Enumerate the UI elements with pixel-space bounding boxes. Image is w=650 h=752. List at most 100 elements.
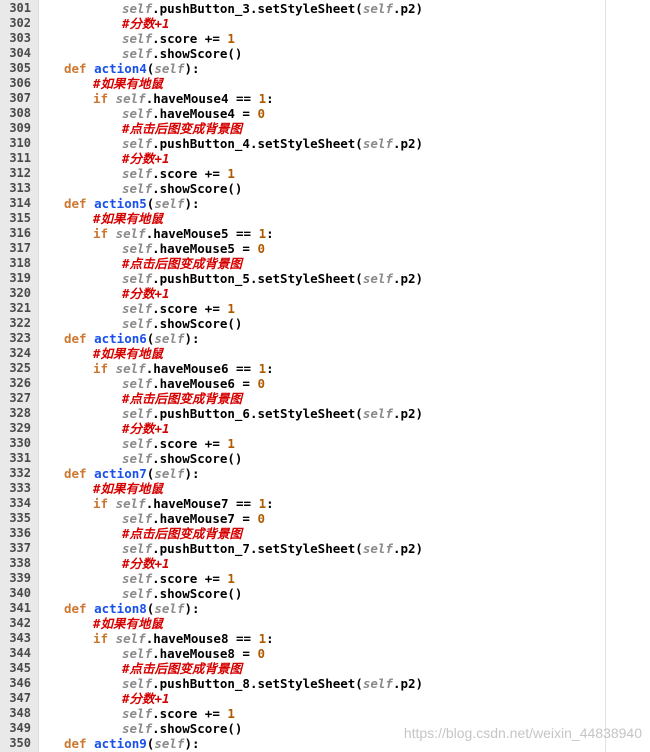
code-token: .showScore() [152,451,243,466]
line-number: 307 [9,91,31,105]
code-line[interactable]: 302 #分数+1 [0,16,650,31]
code-line[interactable]: 334 if self.haveMouse7 == 1: [0,496,650,511]
code-line[interactable]: 339 self.score += 1 [0,571,650,586]
comment-token: #点击后图变成背景图 [122,121,243,136]
code-line[interactable]: 305 def action4(self): [0,61,650,76]
self-token: self [122,376,153,391]
line-number: 309 [9,121,31,135]
code-line[interactable]: 325 if self.haveMouse6 == 1: [0,361,650,376]
code-text: #分数+1 [122,151,170,166]
self-token: self [122,541,153,556]
line-number: 350 [9,736,31,750]
code-line[interactable]: 336 #点击后图变成背景图 [0,526,650,541]
code-line[interactable]: 327 #点击后图变成背景图 [0,391,650,406]
code-text: #分数+1 [122,286,170,301]
code-line[interactable]: 317 self.haveMouse5 = 0 [0,241,650,256]
self-token: self [115,361,146,376]
code-text: #如果有地鼠 [93,616,163,631]
code-line[interactable]: 341 def action8(self): [0,601,650,616]
code-token: .p2) [392,406,424,421]
code-line[interactable]: 326 self.haveMouse6 = 0 [0,376,650,391]
code-token: .haveMouse6 = [152,376,258,391]
code-line[interactable]: 310 self.pushButton_4.setStyleSheet(self.… [0,136,650,151]
code-line[interactable]: 337 self.pushButton_7.setStyleSheet(self.… [0,541,650,556]
line-number: 330 [9,436,31,450]
code-line[interactable]: 344 self.haveMouse8 = 0 [0,646,650,661]
code-line[interactable]: 333 #如果有地鼠 [0,481,650,496]
code-token: ): [184,466,200,481]
code-line[interactable]: 335 self.haveMouse7 = 0 [0,511,650,526]
code-token: : [266,496,274,511]
code-line[interactable]: 303 self.score += 1 [0,31,650,46]
code-text: #分数+1 [122,691,170,706]
code-line[interactable]: 343 if self.haveMouse8 == 1: [0,631,650,646]
number-token: 0 [257,511,265,526]
code-line[interactable]: 331 self.showScore() [0,451,650,466]
code-text: self.haveMouse6 = 0 [122,376,265,391]
line-number: 316 [9,226,31,240]
comment-token: #如果有地鼠 [93,76,164,91]
line-number: 320 [9,286,31,300]
code-line[interactable]: 322 self.showScore() [0,316,650,331]
code-line[interactable]: 311 #分数+1 [0,151,650,166]
line-number: 321 [9,301,31,315]
comment-token: #如果有地鼠 [93,616,164,631]
code-line[interactable]: 316 if self.haveMouse5 == 1: [0,226,650,241]
code-text: #如果有地鼠 [93,346,163,361]
line-number: 325 [9,361,31,375]
code-line[interactable]: 330 self.score += 1 [0,436,650,451]
self-token: self [362,676,393,691]
code-line[interactable]: 346 self.pushButton_8.setStyleSheet(self.… [0,676,650,691]
code-line[interactable]: 347 #分数+1 [0,691,650,706]
function-name-token: action6 [94,331,147,346]
code-editor[interactable]: 301 self.pushButton_3.setStyleSheet(self.… [0,0,650,752]
code-line[interactable]: 304 self.showScore() [0,46,650,61]
code-text: #分数+1 [122,421,170,436]
code-line[interactable]: 312 self.score += 1 [0,166,650,181]
code-token: : [266,631,274,646]
code-line[interactable]: 318 #点击后图变成背景图 [0,256,650,271]
code-line[interactable]: 319 self.pushButton_5.setStyleSheet(self.… [0,271,650,286]
code-line[interactable]: 324 #如果有地鼠 [0,346,650,361]
code-line[interactable]: 332 def action7(self): [0,466,650,481]
line-number: 310 [9,136,31,150]
code-line[interactable]: 307 if self.haveMouse4 == 1: [0,91,650,106]
code-line[interactable]: 338 #分数+1 [0,556,650,571]
line-number: 341 [9,601,31,615]
code-line[interactable]: 323 def action6(self): [0,331,650,346]
code-line[interactable]: 308 self.haveMouse4 = 0 [0,106,650,121]
keyword-token: if [93,631,116,646]
code-token: .pushButton_7.setStyleSheet( [152,541,363,556]
code-line[interactable]: 320 #分数+1 [0,286,650,301]
code-line[interactable]: 321 self.score += 1 [0,301,650,316]
comment-token: #如果有地鼠 [93,211,164,226]
code-line[interactable]: 329 #分数+1 [0,421,650,436]
code-line[interactable]: 309 #点击后图变成背景图 [0,121,650,136]
code-line[interactable]: 328 self.pushButton_6.setStyleSheet(self.… [0,406,650,421]
code-text: if self.haveMouse4 == 1: [93,91,274,106]
line-number: 301 [9,1,31,15]
code-text: self.pushButton_3.setStyleSheet(self.p2) [122,1,423,16]
code-line[interactable]: 348 self.score += 1 [0,706,650,721]
code-line[interactable]: 345 #点击后图变成背景图 [0,661,650,676]
code-line[interactable]: 301 self.pushButton_3.setStyleSheet(self.… [0,1,650,16]
code-line[interactable]: 340 self.showScore() [0,586,650,601]
code-token: : [266,361,274,376]
code-line[interactable]: 315 #如果有地鼠 [0,211,650,226]
number-token: 1 [258,496,267,511]
line-number: 335 [9,511,31,525]
code-text: self.pushButton_7.setStyleSheet(self.p2) [122,541,423,556]
line-number: 306 [9,76,31,90]
code-text: def action8(self): [64,601,200,616]
code-text: self.score += 1 [122,301,235,316]
code-line[interactable]: 314 def action5(self): [0,196,650,211]
line-number: 347 [9,691,31,705]
code-line[interactable]: 313 self.showScore() [0,181,650,196]
keyword-token: def [64,61,95,76]
code-line[interactable]: 306 #如果有地鼠 [0,76,650,91]
line-number: 329 [9,421,31,435]
code-line[interactable]: 342 #如果有地鼠 [0,616,650,631]
self-token: self [154,61,185,76]
code-text: def action7(self): [64,466,200,481]
code-text: #分数+1 [122,16,170,31]
